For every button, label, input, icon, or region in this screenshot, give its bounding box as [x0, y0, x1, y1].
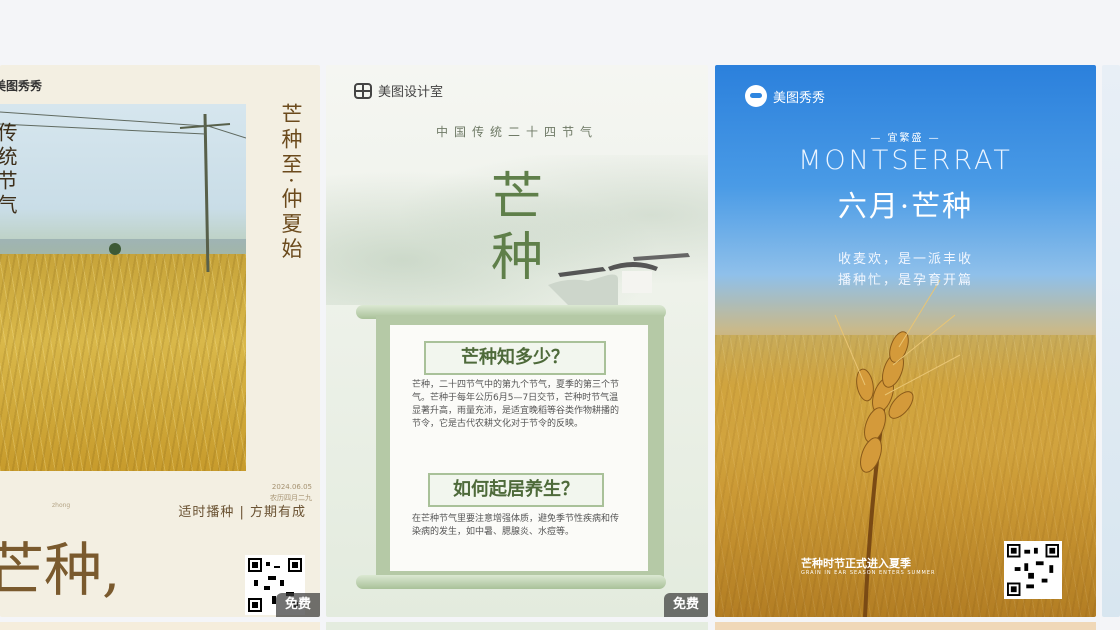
free-badge: 免费 — [663, 593, 708, 617]
vertical-right-2: ·仲夏始 — [279, 177, 303, 263]
power-pole-icon — [0, 111, 246, 273]
big-title: 芒种, — [0, 536, 121, 604]
template-card-4-partial[interactable] — [1102, 65, 1120, 617]
latin-title: MONTSERRAT — [798, 145, 1013, 176]
next-row-card-2 — [326, 622, 708, 630]
meitu-logo-icon — [745, 85, 767, 107]
brand-logo: 美图秀秀 — [0, 77, 42, 94]
small-tag: zhong — [52, 502, 71, 509]
qr-code — [1004, 541, 1062, 599]
main-title: 六月·芒种 — [837, 189, 974, 223]
wheat-photo: 传统节气 — [0, 104, 246, 471]
brand-logo: 美图设计室 — [354, 81, 443, 100]
tagline: 适时播种 | 方期有成 — [178, 505, 306, 520]
section-1-title: 芒种知多少？ — [424, 341, 606, 375]
grid-logo-icon — [354, 82, 372, 99]
section-2-body: 在芒种节气里要注意增强体质，避免季节性疾病和传染病的发生，如中暑、腮腺炎、水痘等… — [412, 514, 620, 537]
template-card-3[interactable]: 美图秀秀 — 宜繁盛 — MONTSERRAT 六月·芒种 收麦欢，是一派丰收 … — [715, 65, 1096, 617]
brand-name: 美图秀秀 — [0, 79, 43, 93]
brand-name: 美图秀秀 — [773, 90, 826, 106]
yi-label: — 宜繁盛 — — [870, 133, 941, 144]
next-row-card-3 — [715, 622, 1096, 630]
brand-logo: 美图秀秀 — [745, 85, 825, 107]
date-line: 2024.06.05 — [271, 483, 312, 491]
section-1-body: 芒种，二十四节气中的第九个节气，夏季的第三个节气。芒种于每年公历6月5—7日交节… — [412, 380, 620, 429]
poem-line-1: 收麦欢，是一派丰收 — [837, 252, 973, 267]
vertical-left-text: 传统节气 — [0, 122, 18, 218]
subtitle: 中国传统二十四节气 — [435, 125, 598, 139]
template-card-2[interactable]: 美图设计室 中国传统二十四节气 芒 种 芒种知多少？ 芒种，二十四节气中的第九个… — [326, 65, 708, 617]
scroll-bottom-rod — [356, 575, 666, 589]
next-row-card-1 — [0, 622, 320, 630]
free-badge: 免费 — [275, 593, 320, 617]
template-card-1[interactable]: 美图秀秀 传统节气 芒种至 ·仲夏始 2024.06.05 农历四月二九 zho… — [0, 65, 320, 617]
title-char-2: 种 — [491, 228, 544, 288]
section-2-title: 如何起居养生？ — [428, 473, 604, 507]
footer-cn: 芒种时节正式进入夏季 — [801, 557, 911, 570]
top-bar — [0, 0, 1120, 64]
footer-en: GRAIN IN EAR SEASON ENTERS SUMMER — [801, 570, 936, 576]
vertical-right-1: 芒种至 — [279, 103, 303, 178]
brand-name: 美图设计室 — [378, 85, 444, 100]
poem-line-2: 播种忙，是孕育开篇 — [837, 273, 973, 288]
